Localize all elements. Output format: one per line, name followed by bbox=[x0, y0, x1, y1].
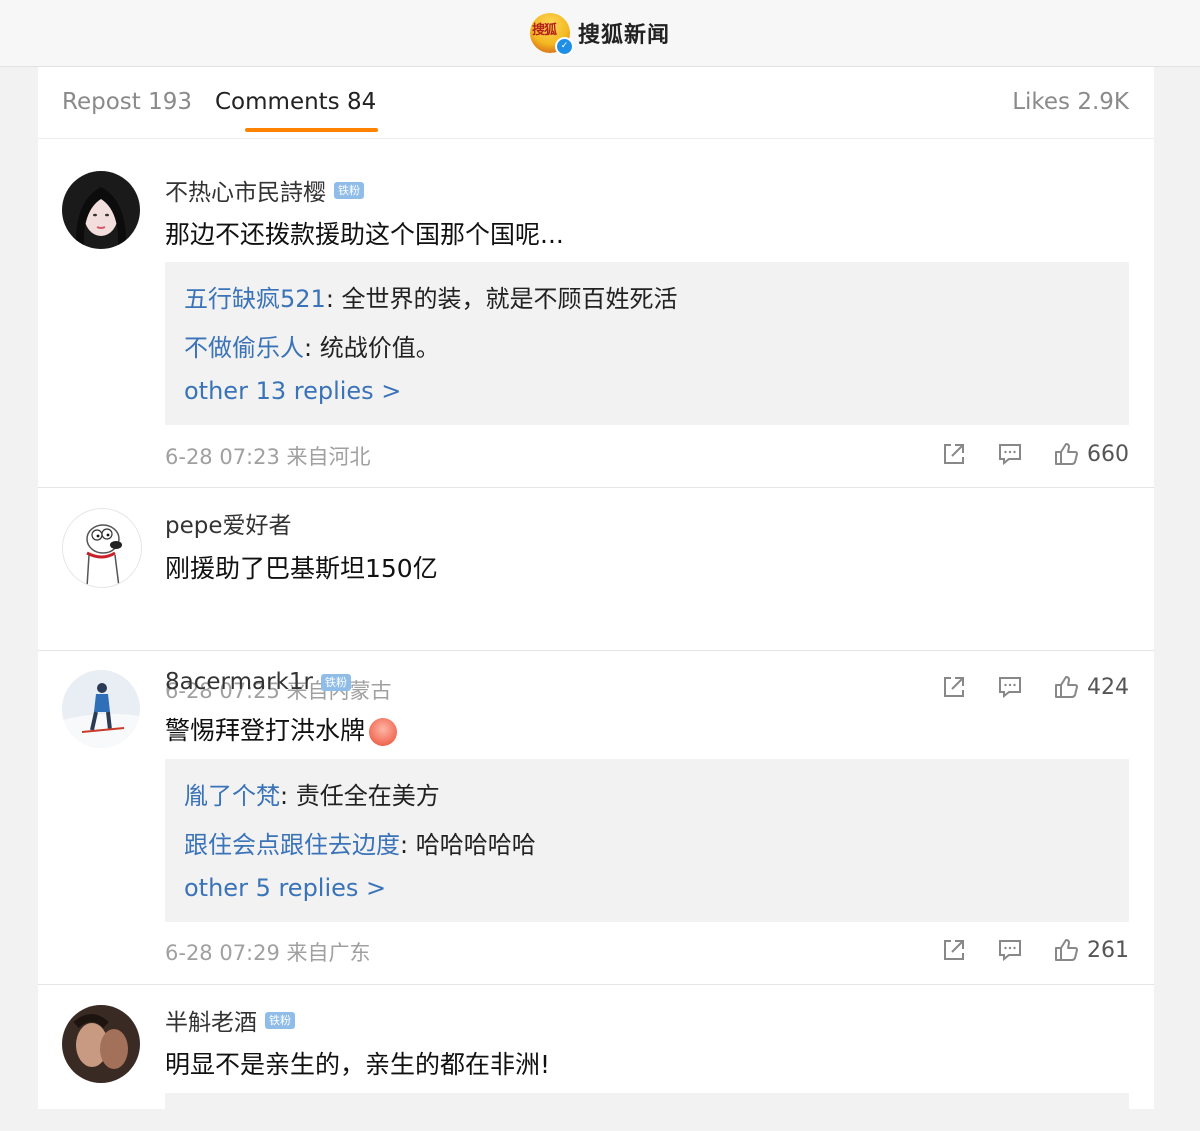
like-count: 261 bbox=[1087, 937, 1129, 963]
post-detail-card: Repost 193 Comments 84 Likes 2.9K 不热心市民詩… bbox=[38, 67, 1154, 1109]
reply-box[interactable] bbox=[165, 1093, 1129, 1109]
reply-item: 五行缺疯521: 全世界的装，就是不顾百姓死活 bbox=[184, 279, 678, 314]
comment-username[interactable]: 8acermark1r bbox=[165, 669, 313, 695]
thumbs-up-icon bbox=[1055, 939, 1078, 961]
avatar[interactable] bbox=[62, 1005, 140, 1083]
comment-item: 半斛老酒 铁粉 明显不是亲生的，亲生的都在非洲! bbox=[38, 985, 1154, 1109]
comment-item: 8acermark1r 铁粉 警惕拜登打洪水牌 胤了个梵: 责任全在美方 跟住会… bbox=[38, 651, 1154, 985]
top-bar: 搜狐 ✓ 搜狐新闻 bbox=[0, 0, 1200, 67]
reply-text: : 责任全在美方 bbox=[280, 782, 440, 810]
comment-username[interactable]: 不热心市民詩樱 bbox=[165, 173, 326, 207]
verified-check-icon: ✓ bbox=[554, 37, 574, 56]
comment-item: pepe爱好者 刚援助了巴基斯坦150亿 6-28 07:25 来自内蒙古 42… bbox=[38, 488, 1154, 703]
tab-comments[interactable]: Comments 84 bbox=[215, 89, 376, 115]
fan-badge: 铁粉 bbox=[265, 1011, 295, 1029]
comment-text: 刚援助了巴基斯坦150亿 bbox=[165, 554, 438, 583]
app-title: 搜狐新闻 bbox=[577, 23, 670, 48]
comment-actions: 261 bbox=[941, 937, 1129, 963]
reply-text: : 全世界的装，就是不顾百姓死活 bbox=[325, 285, 678, 313]
comment-username[interactable]: 半斛老酒 bbox=[165, 1003, 257, 1037]
avatar[interactable] bbox=[62, 171, 140, 249]
reply-username[interactable]: 五行缺疯521 bbox=[184, 285, 326, 313]
comment-actions: 660 bbox=[941, 441, 1129, 467]
comment-username[interactable]: pepe爱好者 bbox=[165, 506, 292, 540]
laughing-emoji-icon bbox=[369, 718, 398, 746]
comment-text: 明显不是亲生的，亲生的都在非洲! bbox=[165, 1050, 551, 1079]
page-bottom bbox=[0, 1109, 1200, 1131]
comment-bubble-icon[interactable] bbox=[997, 937, 1023, 963]
like-count: 660 bbox=[1087, 441, 1129, 467]
app-brand[interactable]: 搜狐 ✓ 搜狐新闻 bbox=[529, 13, 670, 56]
tab-likes[interactable]: Likes 2.9K bbox=[1012, 89, 1129, 115]
fan-badge: 铁粉 bbox=[334, 181, 364, 199]
fan-badge: 铁粉 bbox=[320, 673, 351, 691]
reply-box[interactable]: 胤了个梵: 责任全在美方 跟住会点跟住去边度: 哈哈哈哈哈 other 5 re… bbox=[165, 759, 1129, 922]
comment-item: 不热心市民詩樱 铁粉 那边不还拨款援助这个国那个国呢... 五行缺疯521: 全… bbox=[38, 139, 1154, 488]
comment-meta: 6-28 07:29 来自广东 bbox=[165, 941, 371, 965]
share-out-icon[interactable] bbox=[941, 937, 967, 963]
reply-item: 跟住会点跟住去边度: 哈哈哈哈哈 bbox=[184, 825, 536, 860]
reply-text: : 统战价值。 bbox=[304, 334, 440, 362]
comment-text: 那边不还拨款援助这个国那个国呢... bbox=[165, 220, 564, 249]
tab-repost[interactable]: Repost 193 bbox=[62, 89, 192, 115]
reply-box[interactable]: 五行缺疯521: 全世界的装，就是不顾百姓死活 不做偷乐人: 统战价值。 oth… bbox=[165, 262, 1129, 425]
share-out-icon[interactable] bbox=[941, 441, 967, 467]
reply-username[interactable]: 不做偷乐人 bbox=[184, 334, 304, 362]
like-button[interactable]: 261 bbox=[1053, 937, 1129, 963]
reply-username[interactable]: 胤了个梵 bbox=[184, 782, 280, 810]
avatar[interactable] bbox=[62, 508, 142, 588]
comment-bubble-icon[interactable] bbox=[997, 441, 1023, 467]
reply-item: 胤了个梵: 责任全在美方 bbox=[184, 776, 440, 811]
more-replies-link[interactable]: other 13 replies > bbox=[184, 377, 401, 405]
reply-text: : 哈哈哈哈哈 bbox=[400, 831, 536, 859]
like-button[interactable]: 660 bbox=[1053, 441, 1129, 467]
comment-text: 警惕拜登打洪水牌 bbox=[165, 716, 366, 745]
active-tab-indicator bbox=[245, 128, 378, 132]
tab-bar: Repost 193 Comments 84 Likes 2.9K bbox=[38, 67, 1154, 139]
reply-username[interactable]: 跟住会点跟住去边度 bbox=[184, 831, 400, 859]
avatar[interactable] bbox=[62, 670, 140, 748]
reply-item: 不做偷乐人: 统战价值。 bbox=[184, 328, 440, 363]
thumbs-up-icon bbox=[1055, 443, 1078, 465]
more-replies-link[interactable]: other 5 replies > bbox=[184, 874, 386, 902]
comment-meta: 6-28 07:23 来自河北 bbox=[165, 445, 371, 469]
sohu-logo-icon: 搜狐 ✓ bbox=[529, 13, 574, 56]
